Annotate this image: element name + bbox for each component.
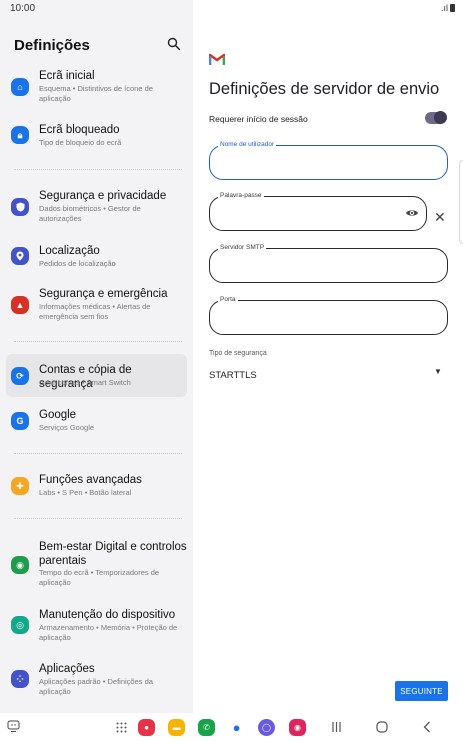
lock-icon: 🔒︎: [11, 126, 29, 144]
settings-item-title: Bem-estar Digital e controlos parentais: [39, 541, 187, 567]
edge-panel-handle[interactable]: [459, 160, 463, 244]
settings-item-subtitle: Armazenamento • Memória • Proteção de ap…: [39, 623, 178, 642]
settings-item-subtitle: Esquema • Distintivos de ícone de aplica…: [39, 84, 153, 103]
wellbeing-icon: ◉: [11, 556, 29, 574]
smtp-server-label: Servidor SMTP: [218, 243, 267, 252]
smtp-server-field[interactable]: Servidor SMTP: [209, 243, 448, 283]
home-icon: ⌂: [11, 78, 29, 96]
signal-icon: .ıl: [440, 3, 448, 13]
settings-sidebar: 10:00 Definições ⌂ Ecrã inicial Esquema …: [0, 0, 193, 713]
settings-item-title: Localização: [39, 245, 100, 257]
gear-plus-icon: ✚: [11, 477, 29, 495]
emergency-icon: ▲: [11, 296, 29, 314]
phone-app-icon[interactable]: ✆: [198, 719, 215, 736]
show-password-icon[interactable]: [405, 208, 419, 218]
settings-item-advanced-features[interactable]: ✚ Funções avançadas Labs • S Pen • Botão…: [6, 470, 187, 500]
toggle-knob: [434, 111, 447, 124]
password-field[interactable]: Palavra-passe: [209, 191, 427, 231]
settings-item-security-privacy[interactable]: Segurança e privacidade Dados biométrico…: [6, 186, 187, 226]
settings-item-title: Aplicações: [39, 663, 95, 675]
settings-item-title: Google: [39, 409, 77, 421]
maintenance-icon: ◎: [11, 616, 29, 634]
app-drawer-icon[interactable]: [116, 722, 127, 733]
chat-app-icon[interactable]: ●: [228, 719, 245, 736]
browser-app-icon[interactable]: ◯: [258, 719, 275, 736]
username-label: Nome de utilizador: [218, 140, 277, 149]
close-icon[interactable]: ✕: [434, 210, 446, 224]
dropdown-arrow-icon[interactable]: ▼: [434, 367, 442, 376]
settings-item-safety-emergency[interactable]: ▲ Segurança e emergência Informações méd…: [6, 284, 187, 324]
divider: [14, 453, 182, 454]
page-title: Definições de servidor de envio: [209, 80, 440, 98]
require-login-toggle[interactable]: [425, 111, 447, 124]
settings-item-google[interactable]: G Google Serviços Google: [6, 405, 187, 435]
home-button-icon[interactable]: [376, 721, 388, 733]
settings-item-title: Segurança e privacidade: [39, 190, 167, 202]
require-login-label: Requerer início de sessão: [209, 114, 308, 124]
settings-item-title: Funções avançadas: [39, 474, 142, 486]
back-icon[interactable]: [423, 721, 431, 733]
navigation-bar: ● ▬ ✆ ● ◯ ◉: [0, 713, 463, 742]
settings-item-title: Segurança e emergência: [39, 288, 168, 300]
divider: [14, 518, 182, 519]
settings-item-title: Ecrã bloqueado: [39, 124, 120, 136]
google-icon: G: [11, 412, 29, 430]
settings-item-subtitle: Pedidos de localização: [39, 259, 116, 268]
settings-item-device-care[interactable]: ◎ Manutenção do dispositivo Armazenament…: [6, 605, 187, 645]
settings-item-subtitle: Gerir contas • Smart Switch: [39, 378, 131, 387]
settings-item-title: Ecrã inicial: [39, 70, 95, 82]
settings-item-subtitle: Informações médicas • Alertas de emergên…: [39, 302, 151, 321]
settings-item-accounts-backup[interactable]: ⟳ Contas e cópia de segurança Gerir cont…: [6, 354, 187, 397]
sync-icon: ⟳: [11, 367, 29, 385]
settings-title: Definições: [14, 37, 90, 54]
camera-app-icon[interactable]: ◉: [289, 719, 306, 736]
files-app-icon[interactable]: ▬: [168, 719, 185, 736]
username-field[interactable]: Nome de utilizador: [209, 140, 448, 180]
status-icons: .ıl: [441, 3, 455, 13]
settings-item-location[interactable]: Localização Pedidos de localização: [6, 241, 187, 271]
apps-icon: ⁘: [11, 670, 29, 688]
settings-item-subtitle: Aplicações padrão • Definições da aplica…: [39, 677, 153, 696]
recent-apps-icon[interactable]: [331, 722, 342, 732]
divider: [14, 341, 182, 342]
settings-item-subtitle: Dados biométricos • Gestor de autorizaçõ…: [39, 204, 141, 223]
settings-item-lock-screen[interactable]: 🔒︎ Ecrã bloqueado Tipo de bloqueio do ec…: [6, 120, 187, 150]
messages-app-icon[interactable]: ●: [138, 719, 155, 736]
security-type-select[interactable]: STARTTLS: [209, 370, 257, 381]
status-time: 10:00: [10, 3, 36, 14]
screen: 10:00 Definições ⌂ Ecrã inicial Esquema …: [0, 0, 463, 742]
password-label: Palavra-passe: [218, 191, 264, 200]
gmail-logo: [209, 53, 225, 65]
settings-item-digital-wellbeing[interactable]: ◉ Bem-estar Digital e controlos parentai…: [6, 537, 187, 589]
search-icon[interactable]: [167, 37, 181, 51]
location-pin-icon: [11, 247, 29, 265]
keyboard-switch-icon[interactable]: [7, 720, 20, 733]
shield-icon: [11, 198, 29, 216]
settings-item-apps[interactable]: ⁘ Aplicações Aplicações padrão • Definiç…: [6, 659, 187, 699]
settings-item-subtitle: Serviços Google: [39, 423, 95, 432]
divider: [14, 169, 182, 170]
battery-icon: [450, 4, 455, 12]
port-label: Porta: [218, 295, 238, 304]
settings-item-subtitle: Labs • S Pen • Botão lateral: [39, 488, 132, 497]
settings-item-title: Manutenção do dispositivo: [39, 609, 176, 621]
settings-item-subtitle: Tempo do ecrã • Temporizadores de aplica…: [39, 568, 160, 587]
settings-item-home-screen[interactable]: ⌂ Ecrã inicial Esquema • Distintivos de …: [6, 66, 187, 106]
security-type-label: Tipo de segurança: [209, 350, 267, 357]
settings-item-subtitle: Tipo de bloqueio do ecrã: [39, 138, 122, 147]
next-button[interactable]: SEGUINTE: [395, 681, 448, 701]
port-field[interactable]: Porta: [209, 295, 448, 335]
